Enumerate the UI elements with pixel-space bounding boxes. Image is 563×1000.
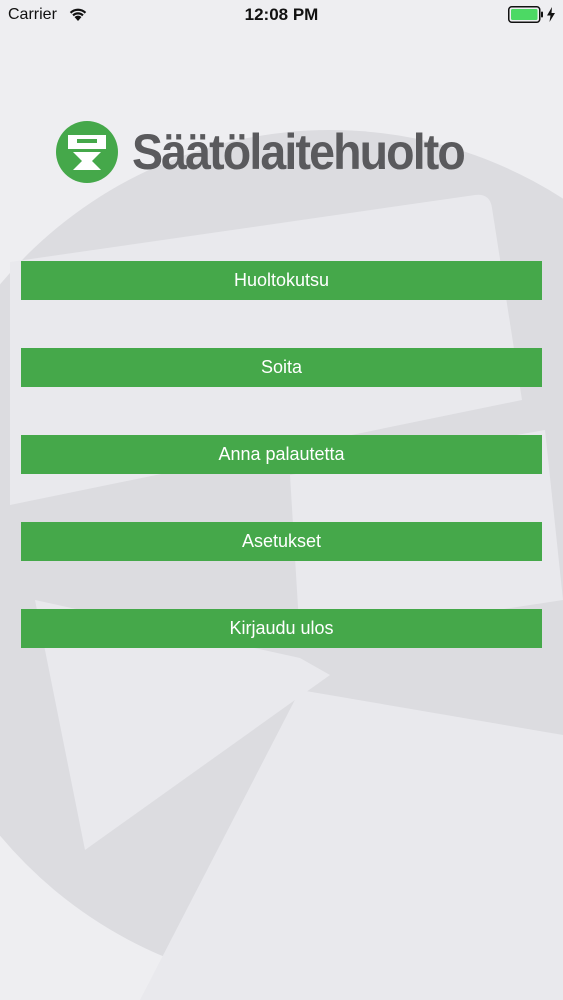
anna-palautetta-button[interactable]: Anna palautetta: [21, 435, 542, 474]
huoltokutsu-button[interactable]: Huoltokutsu: [21, 261, 542, 300]
asetukset-button[interactable]: Asetukset: [21, 522, 542, 561]
main-menu: Huoltokutsu Soita Anna palautetta Asetuk…: [21, 261, 542, 696]
status-time: 12:08 PM: [244, 5, 319, 24]
battery-icon: [508, 6, 543, 23]
status-bar: Carrier 12:08 PM: [0, 0, 563, 30]
app-logo: Säätölaitehuolto: [55, 120, 515, 184]
logo-wordmark: Säätölaitehuolto: [132, 124, 466, 180]
soita-button[interactable]: Soita: [21, 348, 542, 387]
kirjaudu-ulos-button[interactable]: Kirjaudu ulos: [21, 609, 542, 648]
logo-mark-icon: [56, 121, 118, 183]
charging-bolt-icon: [547, 7, 555, 22]
